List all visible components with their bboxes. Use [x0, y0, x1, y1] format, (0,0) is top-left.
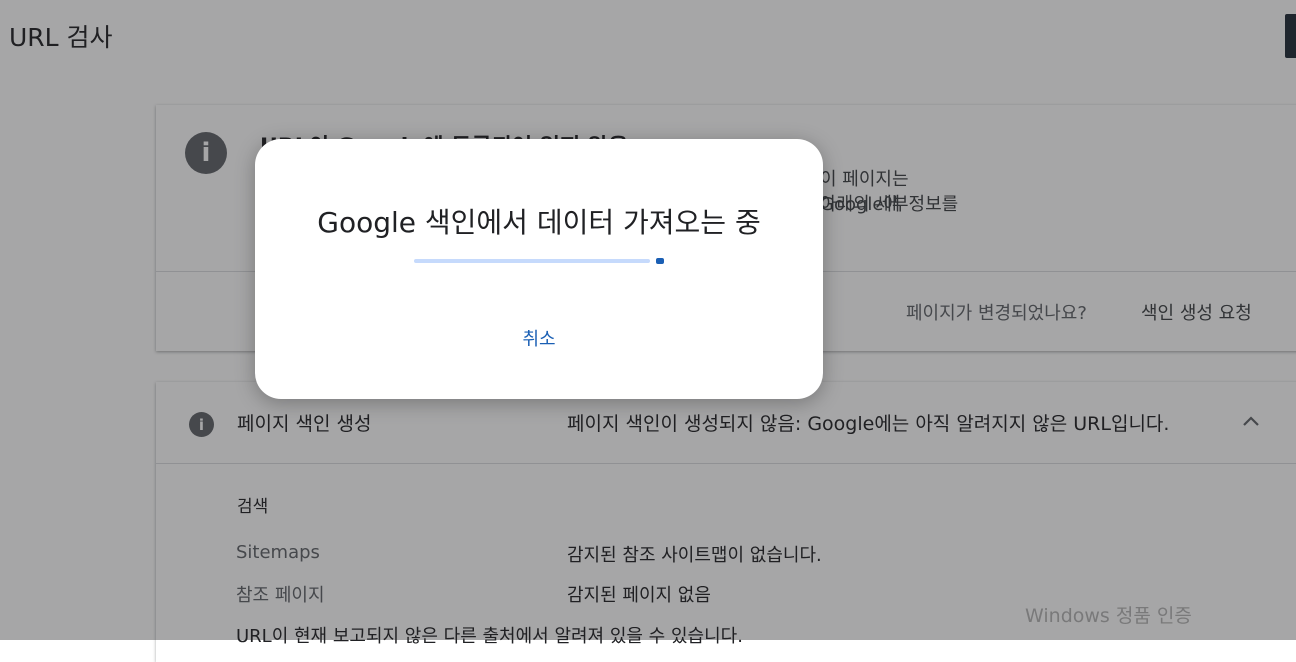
progress-bar-indicator — [656, 258, 664, 264]
loading-dialog: Google 색인에서 데이터 가져오는 중 취소 — [255, 139, 823, 399]
progress-bar-track — [414, 259, 650, 263]
dialog-title: Google 색인에서 데이터 가져오는 중 — [317, 206, 761, 239]
cancel-button[interactable]: 취소 — [255, 325, 823, 351]
